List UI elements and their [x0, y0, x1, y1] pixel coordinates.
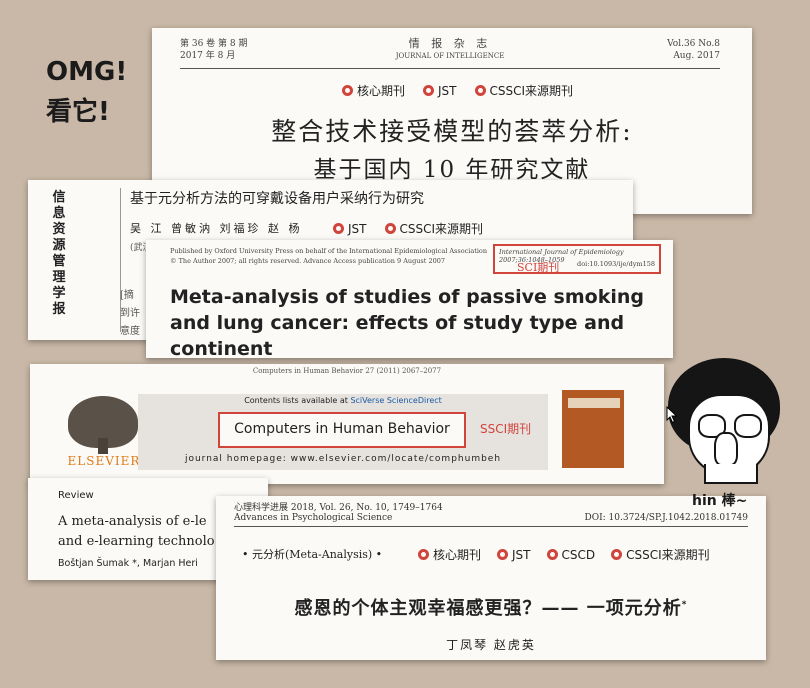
journal-name-en: Advances in Psychological Science: [234, 513, 393, 523]
publisher-note: Published by Oxford University Press on …: [170, 246, 487, 266]
cartoon-character: hin 棒~: [662, 352, 790, 509]
date-en: Aug. 2017: [673, 51, 720, 61]
seal-icon: [333, 223, 344, 234]
badge-label: JST: [512, 547, 531, 562]
omg-line1: OMG!: [46, 57, 128, 87]
badge: CSSCI来源期刊: [384, 220, 484, 237]
badge-row: JST CSSCI来源期刊: [333, 220, 483, 237]
journal-band: Contents lists available at SciVerse Sci…: [138, 394, 548, 470]
badge-label: CSSCI来源期刊: [489, 84, 574, 98]
journal-name-vertical: 信 息 资 源 管 理 学 报: [50, 190, 68, 318]
badge: CSSCI来源期刊: [611, 546, 710, 563]
publisher-line1: Published by Oxford University Press on …: [170, 247, 487, 255]
volume-en: Vol.36 No.8: [667, 39, 720, 49]
seal-icon: [342, 85, 353, 96]
badge: JST: [333, 222, 367, 236]
abstract-fragment: 意度: [120, 326, 140, 337]
paper-title-line1: 整合技术接受模型的荟萃分析:: [271, 117, 633, 146]
cartoon-hand: [714, 432, 738, 466]
journal-citation-cn: 心理科学进展 2018, Vol. 26, No. 10, 1749–1764: [234, 503, 443, 513]
title-text: 感恩的个体主观幸福感更强？—— 一项元分析: [294, 598, 682, 619]
publisher-line2: © The Author 2007; all rights reserved. …: [170, 257, 445, 265]
badge-label: CSSCI来源期刊: [626, 548, 710, 562]
paper-xinli-kexue: 心理科学进展 2018, Vol. 26, No. 10, 1749–1764 …: [216, 496, 766, 660]
badge: CSCD: [546, 547, 596, 562]
article-type: Review: [58, 490, 94, 501]
badge: 核心期刊: [342, 82, 405, 99]
abstract-fragment: [摘: [120, 290, 134, 301]
journal-char: 源: [52, 238, 66, 253]
journal-homepage: journal homepage: www.elsevier.com/locat…: [184, 454, 502, 464]
journal-name-en: JOURNAL OF INTELLIGENCE: [395, 52, 505, 60]
cartoon-body: [704, 464, 758, 484]
badge: CSSCI来源期刊: [474, 82, 574, 99]
glasses-right: [734, 414, 762, 438]
cartoon-caption: hin 棒~: [692, 493, 748, 509]
badge: JST: [497, 548, 531, 562]
header-rule: [234, 526, 748, 527]
cover-title-strip: [568, 398, 620, 408]
tree-trunk: [98, 438, 108, 454]
journal-char: 管: [52, 254, 66, 269]
seal-icon: [423, 85, 435, 96]
journal-char: 息: [52, 206, 66, 221]
elsevier-logo: ELSEVIER: [58, 390, 150, 472]
seal-icon: [384, 223, 396, 234]
contents-text: Contents lists available at: [244, 396, 351, 405]
badge: 核心期刊: [418, 546, 481, 563]
mouse-pointer-icon: [666, 406, 678, 424]
title-line2: and e-learning technolo: [58, 534, 215, 549]
journal-name-cn: 情 报 杂 志: [408, 37, 492, 50]
paper-title: 基于元分析方法的可穿戴设备用户采纳行为研究: [130, 191, 424, 207]
seal-icon: [418, 549, 429, 560]
contents-line: Contents lists available at SciVerse Sci…: [138, 396, 548, 405]
doi: doi:10.1093/ije/dym158: [577, 260, 655, 268]
ssci-label: SSCI期刊: [480, 422, 532, 436]
omg-caption: OMG! 看它!: [46, 52, 127, 132]
paper-title: Meta-analysis of studies of passive smok…: [170, 286, 644, 358]
omg-line2: 看它!: [46, 97, 110, 127]
journal-char: 学: [52, 286, 66, 301]
journal-citation: Computers in Human Behavior 27 (2011) 20…: [252, 367, 442, 375]
authors: 吴 江 曾敏汭 刘福珍 赵 杨: [130, 222, 303, 235]
journal-cover: [562, 390, 624, 468]
journal-char: 报: [52, 302, 66, 317]
paper-title-line2: 基于国内 10 年研究文献: [313, 157, 591, 183]
badge-label: JST: [348, 221, 367, 236]
seal-icon: [546, 549, 558, 560]
authors: 丁凤琴 赵虎英: [446, 638, 536, 652]
badge-row: 核心期刊 JST CSCD CSSCI来源期刊: [418, 546, 710, 563]
paper-title: A meta-analysis of e-le and e-learning t…: [58, 512, 215, 552]
badge-label: JST: [438, 83, 457, 98]
title-line1: A meta-analysis of e-le: [58, 514, 207, 529]
doi: DOI: 10.3724/SP.J.1042.2018.01749: [584, 513, 748, 523]
paper-title: 感恩的个体主观幸福感更强？—— 一项元分析*: [216, 594, 766, 620]
sci-highlight-box: International Journal of Epidemiology 20…: [493, 244, 661, 274]
badge-label: 核心期刊: [433, 548, 482, 562]
journal-char: 资: [52, 222, 66, 237]
seal-icon: [497, 549, 509, 560]
title-footnote-mark: *: [681, 600, 688, 610]
seal-icon: [611, 549, 623, 560]
badge-label: CSSCI来源期刊: [399, 222, 484, 236]
journal-char: 信: [52, 190, 66, 205]
section-label: • 元分析(Meta-Analysis) •: [242, 548, 383, 561]
paper-chb-header: Computers in Human Behavior 27 (2011) 20…: [30, 364, 664, 484]
journal-char: 理: [52, 270, 66, 285]
publisher-name: ELSEVIER: [67, 454, 141, 468]
journal-name: Computers in Human Behavior: [234, 421, 450, 437]
sci-label: SCI期刊: [517, 261, 560, 274]
badge-row: 核心期刊 JST CSSCI来源期刊: [342, 82, 573, 99]
badge-label: 核心期刊: [357, 84, 406, 98]
paper-ije: Published by Oxford University Press on …: [146, 240, 673, 358]
sciverse-link[interactable]: SciVerse ScienceDirect: [350, 396, 441, 405]
abstract-fragment: 到许: [120, 308, 140, 319]
header-rule: [180, 68, 720, 69]
seal-icon: [474, 85, 486, 96]
badge: JST: [423, 84, 457, 98]
authors: Boštjan Šumak *, Marjan Heri: [58, 558, 198, 569]
badge-label: CSCD: [561, 547, 596, 562]
journal-highlight-box: Computers in Human Behavior: [218, 412, 466, 448]
